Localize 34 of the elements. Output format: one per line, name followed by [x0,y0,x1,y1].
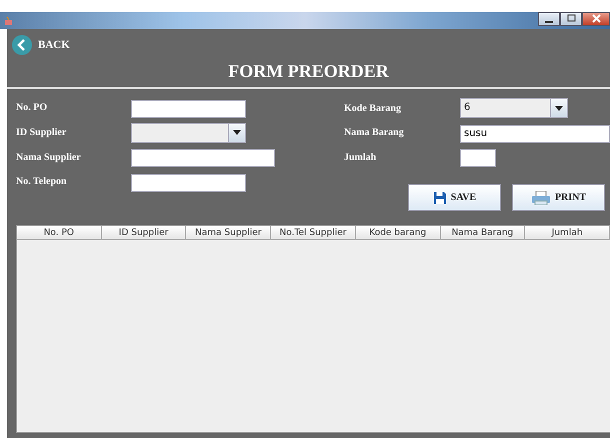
field-label: No. Telepon [16,176,68,188]
field-label: Kode Barang [344,102,402,114]
column-header[interactable]: No.Tel Supplier [271,226,356,240]
input-field[interactable] [460,149,496,167]
dropdown-arrow-icon [233,130,241,135]
maximize-icon [566,13,576,23]
column-header[interactable]: No. PO [17,226,102,240]
close-icon [592,13,600,23]
field-label: Nama Supplier [16,152,82,163]
column-header[interactable]: Kode barang [356,226,441,240]
input-field[interactable] [131,149,275,167]
input-field[interactable] [131,100,246,118]
combo-box[interactable] [131,122,246,142]
minimize-button[interactable] [538,12,560,26]
column-header[interactable]: Jumlah [525,226,610,240]
input-field[interactable]: susu [460,124,610,142]
column-header[interactable]: Nama Barang [440,226,526,240]
field-label: ID Supplier [16,127,68,138]
field-label: Nama Barang [344,127,405,138]
printer-icon [530,190,551,204]
save-button[interactable]: SAVE [408,184,501,211]
column-header[interactable]: ID Supplier [102,226,186,240]
maximize-button[interactable] [560,12,582,26]
minimize-icon [545,21,553,23]
form-title: FORM PREORDER [227,61,390,82]
dropdown-arrow-icon [555,106,563,110]
column-header[interactable]: Nama Supplier [186,226,272,240]
print-button[interactable]: PRINT [512,184,605,211]
field-label: Jumlah [344,152,378,163]
input-field[interactable] [131,174,246,192]
back-button[interactable]: BACK [7,29,70,55]
close-button[interactable] [582,12,610,26]
combo-box[interactable]: 6 [460,98,568,118]
field-label: No. PO [16,102,48,114]
